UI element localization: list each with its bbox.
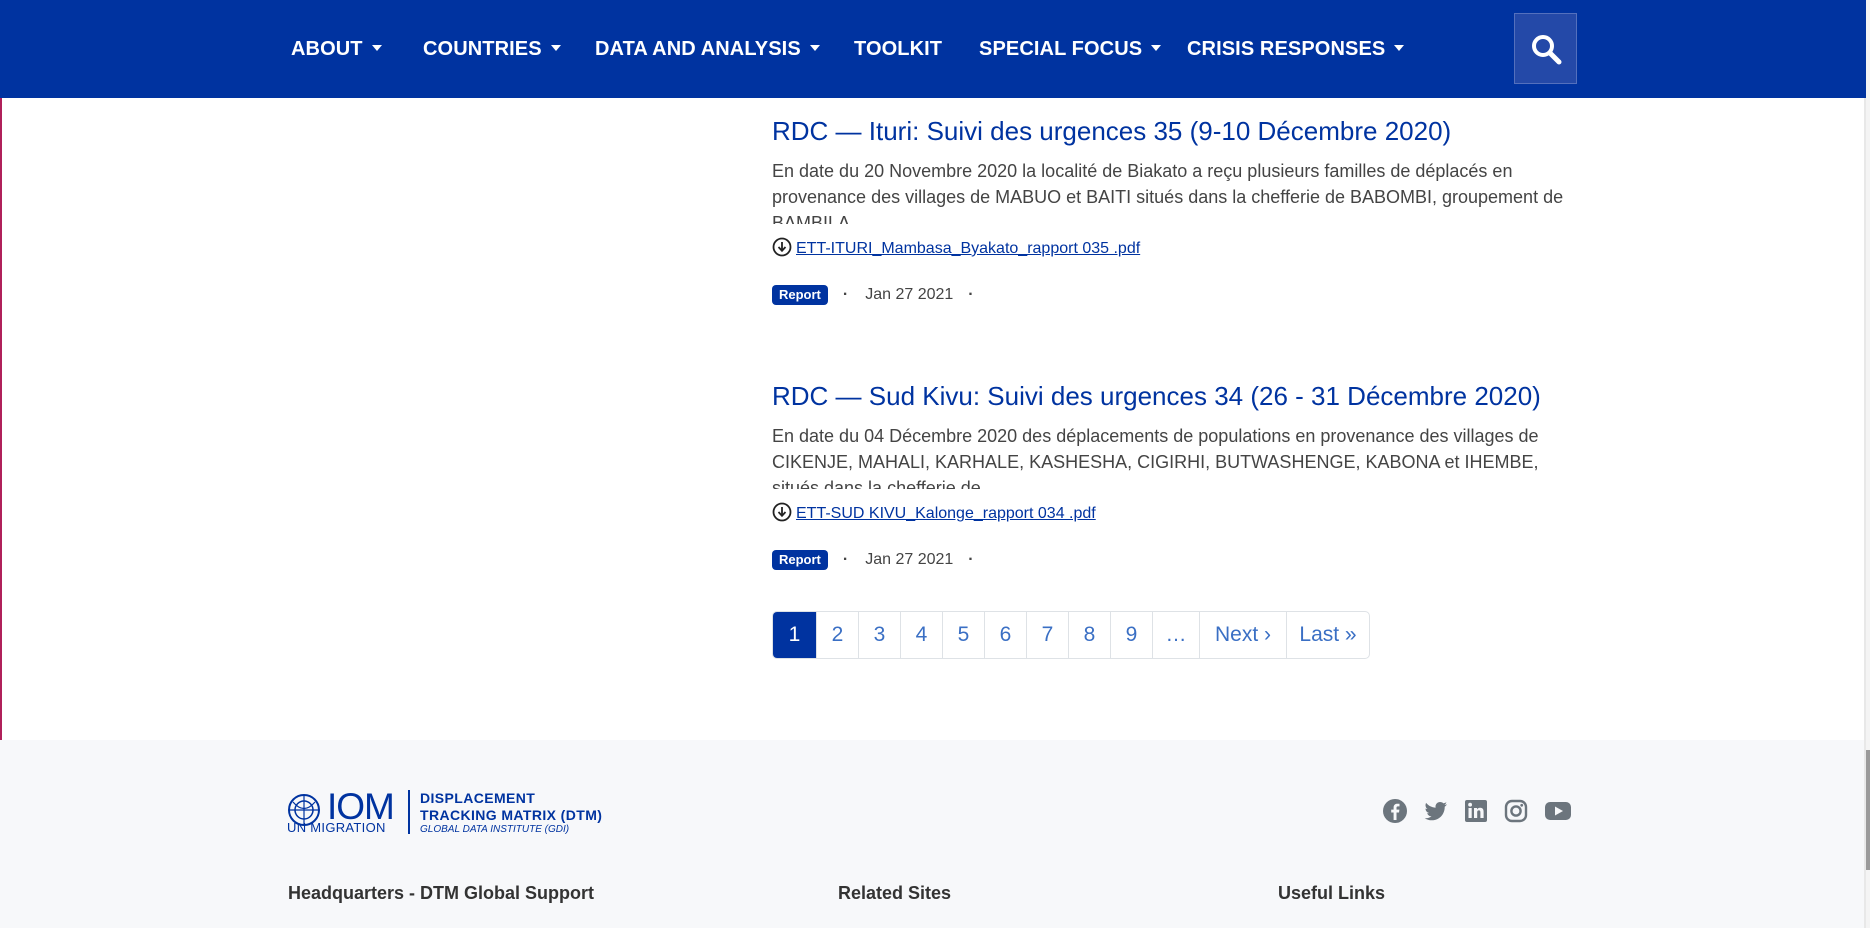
top-navigation: ABOUT COUNTRIES DATA AND ANALYSIS TOOLKI… [0, 0, 1866, 98]
article-summary: En date du 04 Décembre 2020 des déplacem… [772, 426, 1539, 489]
article-title[interactable]: RDC — Sud Kivu: Suivi des urgences 34 (2… [772, 381, 1541, 412]
nav-label: TOOLKIT [854, 38, 943, 60]
page-link[interactable]: 2 [816, 612, 858, 658]
search-button[interactable] [1514, 13, 1577, 84]
meta-separator: · [968, 551, 974, 569]
twitter-icon[interactable] [1423, 798, 1449, 824]
download-icon [772, 237, 792, 257]
file-link[interactable]: ETT-ITURI_Mambasa_Byakato_rapport 035 .p… [796, 240, 1140, 257]
logo-product-line2: TRACKING MATRIX (DTM) [420, 807, 603, 823]
file-download-row: ETT-ITURI_Mambasa_Byakato_rapport 035 .p… [772, 237, 1140, 259]
page-link-current[interactable]: 1 [773, 612, 816, 658]
page-link[interactable]: 5 [942, 612, 984, 658]
footer-heading-useful-links: Useful Links [1278, 883, 1386, 903]
caret-down-icon [1394, 44, 1405, 51]
search-icon [1532, 35, 1562, 65]
nav-label: CRISIS RESPONSES [1187, 38, 1386, 60]
page-ellipsis: … [1152, 612, 1199, 658]
linkedin-icon[interactable] [1463, 798, 1489, 824]
report-badge[interactable]: Report [772, 285, 828, 305]
instagram-icon[interactable] [1503, 798, 1529, 824]
page-link[interactable]: 6 [984, 612, 1026, 658]
article-summary: En date du 20 Novembre 2020 la localité … [772, 161, 1564, 224]
page-link[interactable]: 8 [1068, 612, 1110, 658]
article-meta: Report · Jan 27 2021 · [772, 550, 991, 574]
file-link[interactable]: ETT-SUD KIVU_Kalonge_rapport 034 .pdf [796, 505, 1096, 522]
meta-separator: · [842, 286, 849, 304]
article-title[interactable]: RDC — Ituri: Suivi des urgences 35 (9-10… [772, 116, 1451, 147]
page-link[interactable]: 7 [1026, 612, 1068, 658]
facebook-icon[interactable] [1382, 798, 1408, 824]
logo-org-sub: UN MIGRATION [287, 820, 386, 835]
youtube-icon[interactable] [1544, 798, 1572, 824]
nav-label: COUNTRIES [423, 38, 542, 60]
nav-label: SPECIAL FOCUS [979, 38, 1143, 60]
article-date: Jan 27 2021 [865, 551, 954, 569]
nav-item-about[interactable]: ABOUT [291, 0, 382, 98]
caret-down-icon [550, 44, 561, 51]
footer-heading-related-sites: Related Sites [838, 883, 952, 903]
nav-item-countries[interactable]: COUNTRIES [423, 0, 561, 98]
scrollbar-thumb[interactable] [1866, 750, 1870, 870]
caret-down-icon [809, 44, 820, 51]
file-download-row: ETT-SUD KIVU_Kalonge_rapport 034 .pdf [772, 502, 1096, 524]
logo-product-line1: DISPLACEMENT [420, 790, 536, 806]
article-meta: Report · Jan 27 2021 · [772, 285, 991, 309]
caret-down-icon [371, 44, 382, 51]
caret-down-icon [1151, 44, 1162, 51]
footer-heading-headquarters: Headquarters - DTM Global Support [288, 883, 595, 903]
next-page-link[interactable]: Next › [1199, 612, 1286, 658]
nav-label: ABOUT [291, 38, 363, 60]
logo-divider [408, 790, 410, 834]
meta-separator: · [968, 286, 974, 304]
pagination: 1 2 3 4 5 6 7 8 9 … Next › Last » [772, 611, 1370, 659]
nav-item-toolkit[interactable]: TOOLKIT [854, 0, 942, 98]
page-link[interactable]: 4 [900, 612, 942, 658]
page-link[interactable]: 3 [858, 612, 900, 658]
nav-item-special-focus[interactable]: SPECIAL FOCUS [979, 0, 1162, 98]
nav-item-data-and-analysis[interactable]: DATA AND ANALYSIS [595, 0, 820, 98]
report-badge[interactable]: Report [772, 550, 828, 570]
meta-separator: · [842, 551, 849, 569]
nav-label: DATA AND ANALYSIS [595, 38, 801, 60]
download-icon [772, 502, 792, 522]
last-page-link[interactable]: Last » [1286, 612, 1369, 658]
page-link[interactable]: 9 [1110, 612, 1152, 658]
nav-item-crisis-responses[interactable]: CRISIS RESPONSES [1187, 0, 1405, 98]
article-date: Jan 27 2021 [865, 286, 954, 304]
logo-product-line3: GLOBAL DATA INSTITUTE (GDI) [420, 824, 570, 835]
